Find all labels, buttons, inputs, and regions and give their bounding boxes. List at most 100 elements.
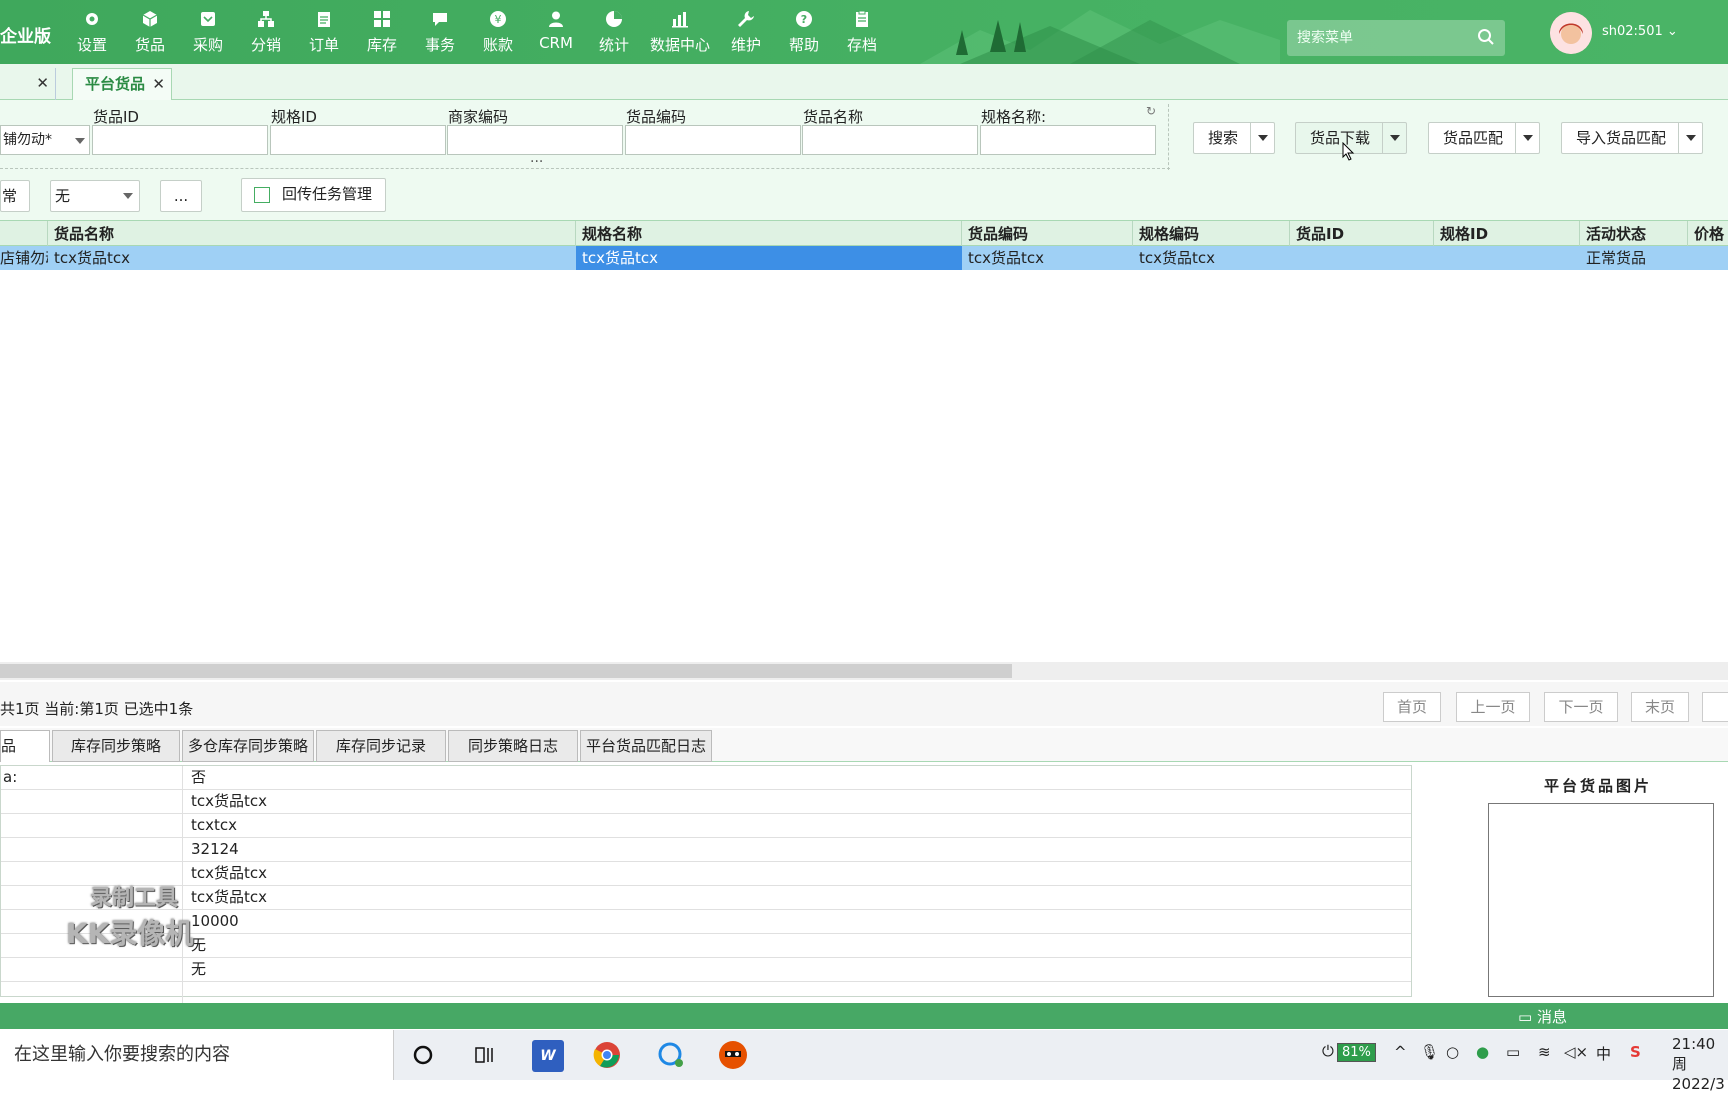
task-view-icon[interactable]: [470, 1040, 500, 1070]
status-select[interactable]: 常: [0, 180, 30, 212]
input-method-icon[interactable]: S: [1630, 1043, 1641, 1061]
svg-text:¥: ¥: [495, 13, 502, 26]
taskbar-search-input[interactable]: 在这里输入你要搜索的内容: [0, 1030, 394, 1080]
col-spec-id[interactable]: 规格ID: [1434, 221, 1580, 247]
recorder-app-icon[interactable]: [718, 1040, 748, 1070]
nav-settings[interactable]: 设置: [70, 8, 114, 55]
match-dropdown[interactable]: [1515, 123, 1539, 153]
menu-search-input[interactable]: 搜索菜单: [1287, 20, 1505, 56]
ime-indicator[interactable]: 中: [1596, 1043, 1611, 1064]
close-icon[interactable]: ✕: [36, 68, 49, 98]
next-page-button[interactable]: 下一页: [1544, 692, 1618, 722]
tab-goods[interactable]: 品: [0, 730, 50, 762]
security-icon[interactable]: ●: [1476, 1043, 1489, 1061]
avatar[interactable]: [1550, 12, 1592, 54]
tab-stock-sync-policy[interactable]: 库存同步策略: [52, 730, 180, 762]
nav-help[interactable]: ? 帮助: [782, 8, 826, 55]
nav-accounts[interactable]: ¥ 账款: [476, 8, 520, 55]
microphone-icon[interactable]: 🎙: [1420, 1043, 1439, 1061]
search-icon[interactable]: [1477, 28, 1495, 46]
goods-code-input[interactable]: [625, 125, 801, 155]
col-price[interactable]: 价格: [1688, 221, 1728, 247]
nav-crm[interactable]: CRM: [534, 8, 578, 55]
col-shop[interactable]: [0, 221, 48, 247]
nav-inventory[interactable]: 库存: [360, 8, 404, 55]
list-item: 无: [1, 958, 1411, 982]
col-spec-code[interactable]: 规格编码: [1133, 221, 1290, 247]
nav-purchase[interactable]: 采购: [186, 8, 230, 55]
wifi-icon[interactable]: ≋: [1538, 1043, 1551, 1061]
download-dropdown[interactable]: [1382, 123, 1406, 153]
nav-goods[interactable]: 货品: [128, 8, 172, 55]
battery-indicator[interactable]: 81%: [1337, 1043, 1376, 1062]
goods-name-input[interactable]: [802, 125, 978, 155]
selected-cell[interactable]: tcx货品tcx: [576, 246, 962, 270]
clock[interactable]: 21:40 周 2022/3: [1672, 1034, 1728, 1094]
tab-stock-sync-log[interactable]: 库存同步记录: [316, 730, 446, 762]
list-item: tcxtcx: [1, 814, 1411, 838]
option-select[interactable]: 无: [50, 180, 140, 212]
goods-id-input[interactable]: [92, 125, 268, 155]
table-row[interactable]: 店铺勿动 tcx货品tcx tcx货品tcx tcx货品tcx tcx货品tcx…: [0, 246, 1728, 270]
chevron-up-icon[interactable]: ^: [1394, 1043, 1407, 1061]
chat-app-icon[interactable]: [656, 1040, 686, 1070]
spec-id-input[interactable]: [270, 125, 446, 155]
nav-distribution[interactable]: 分销: [244, 8, 288, 55]
shop-select[interactable]: 铺勿动*: [0, 125, 90, 155]
tab-sync-policy-log[interactable]: 同步策略日志: [448, 730, 578, 762]
nav-orders[interactable]: 订单: [302, 8, 346, 55]
nav-affairs[interactable]: 事务: [418, 8, 462, 55]
first-page-button[interactable]: 首页: [1383, 692, 1441, 722]
page-number-input[interactable]: [1702, 692, 1728, 722]
merchant-code-label: 商家编码: [448, 108, 509, 126]
nav-data-center[interactable]: 数据中心: [650, 8, 710, 55]
list-item: 无: [1, 934, 1411, 958]
goods-match-button[interactable]: 货品匹配: [1428, 122, 1540, 154]
search-dropdown[interactable]: [1250, 123, 1274, 153]
expand-more[interactable]: ...: [530, 150, 543, 166]
last-page-button[interactable]: 末页: [1631, 692, 1689, 722]
power-icon[interactable]: ⏻: [1322, 1042, 1334, 1060]
chevron-down-icon: [123, 193, 133, 199]
tab-multi-warehouse-policy[interactable]: 多仓库存同步策略: [182, 730, 314, 762]
divider: [0, 168, 1170, 169]
nav-maintenance[interactable]: 维护: [724, 8, 768, 55]
col-spec-name[interactable]: 规格名称: [576, 221, 962, 247]
pie-chart-icon: [603, 8, 625, 30]
cortana-icon[interactable]: [408, 1040, 438, 1070]
callback-task-button[interactable]: 回传任务管理: [241, 178, 386, 212]
tab-previous[interactable]: ✕: [0, 68, 56, 100]
yen-icon: ¥: [487, 8, 509, 30]
col-goods-name[interactable]: 货品名称: [48, 221, 576, 247]
import-dropdown[interactable]: [1678, 123, 1702, 153]
refresh-icon[interactable]: ↻: [1146, 104, 1156, 118]
list-item: 32124: [1, 838, 1411, 862]
nav-archive[interactable]: 存档: [840, 8, 884, 55]
wrench-icon: [735, 8, 757, 30]
close-icon[interactable]: ✕: [152, 69, 165, 99]
horizontal-scrollbar[interactable]: [0, 662, 1728, 680]
chrome-icon[interactable]: [592, 1040, 622, 1070]
spec-id-label: 规格ID: [271, 108, 317, 126]
prev-page-button[interactable]: 上一页: [1456, 692, 1530, 722]
tab-platform-goods[interactable]: 平台货品 ✕: [72, 68, 172, 100]
wps-app-icon[interactable]: W: [532, 1040, 564, 1072]
list-item: tcx货品tcx: [1, 790, 1411, 814]
import-match-button[interactable]: 导入货品匹配: [1561, 122, 1703, 154]
messages-button[interactable]: ▭ 消息: [1518, 1006, 1567, 1027]
search-tray-icon[interactable]: ○: [1446, 1043, 1459, 1061]
search-button[interactable]: 搜索: [1193, 122, 1275, 154]
volume-icon[interactable]: ◁×: [1564, 1043, 1588, 1061]
col-goods-code[interactable]: 货品编码: [962, 221, 1133, 247]
more-button[interactable]: ...: [160, 180, 202, 212]
tab-match-log[interactable]: 平台货品匹配日志: [580, 730, 712, 762]
battery-icon[interactable]: ▭: [1506, 1043, 1520, 1061]
col-activity-status[interactable]: 活动状态: [1580, 221, 1688, 247]
spec-name-input[interactable]: [980, 125, 1156, 155]
purchase-icon: [197, 8, 219, 30]
user-menu[interactable]: sh02:501 ⌄: [1602, 24, 1678, 39]
goods-name-label: 货品名称: [803, 108, 864, 126]
scrollbar-thumb[interactable]: [0, 664, 1012, 678]
col-goods-id[interactable]: 货品ID: [1290, 221, 1434, 247]
nav-statistics[interactable]: 统计: [592, 8, 636, 55]
